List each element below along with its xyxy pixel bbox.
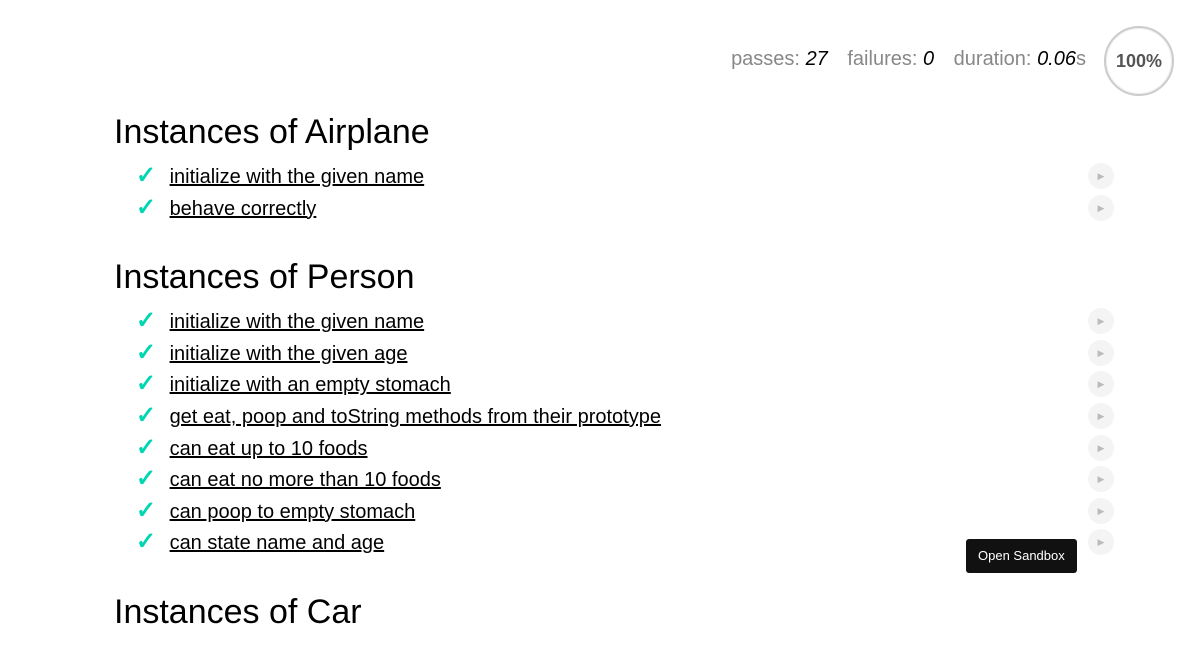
replay-icon[interactable]: ▶ (1088, 163, 1114, 189)
passes-stat[interactable]: passes: 27 (731, 48, 833, 70)
test-row: ✓ can eat up to 10 foods ▶ (114, 432, 1114, 464)
test-title-link[interactable]: can eat no more than 10 foods (170, 469, 441, 491)
test-row: ✓ get eat, poop and toString methods fro… (114, 400, 1114, 432)
passes-count: 27 (805, 48, 828, 70)
replay-icon[interactable]: ▶ (1088, 497, 1114, 524)
test-row: ✓ initialize with the given name ▶ (114, 305, 1114, 337)
check-icon: ✓ (136, 465, 157, 493)
test-title-link[interactable]: initialize with an empty stomach (170, 374, 451, 396)
test-title-link[interactable]: initialize with the given age (170, 343, 408, 365)
replay-icon[interactable]: ▶ (1088, 529, 1114, 556)
test-row: ✓ behave correctly ▶ (114, 192, 1114, 224)
test-row: ✓ initialize with the given name ▶ (114, 160, 1114, 192)
test-title-link[interactable]: can eat up to 10 foods (170, 438, 368, 460)
test-title-link[interactable]: initialize with the given name (170, 311, 425, 333)
check-icon: ✓ (136, 162, 157, 189)
open-sandbox-tooltip: Open Sandbox (966, 539, 1077, 573)
passes-label: passes: (731, 48, 800, 70)
failures-stat[interactable]: failures: 0 (847, 48, 939, 70)
failures-count: 0 (922, 48, 935, 70)
progress-ring: 100% (1104, 26, 1174, 96)
replay-icon[interactable]: ▶ (1088, 434, 1114, 461)
check-icon: ✓ (136, 338, 157, 366)
check-icon: ✓ (136, 193, 157, 221)
check-icon: ✓ (136, 401, 157, 429)
duration-unit: s (1076, 48, 1086, 70)
replay-icon[interactable]: ▶ (1088, 402, 1114, 429)
test-row: ✓ can eat no more than 10 foods ▶ (114, 463, 1114, 495)
replay-icon[interactable]: ▶ (1088, 371, 1114, 398)
suite-title[interactable]: Instances of Person (114, 255, 1114, 299)
check-icon: ✓ (136, 496, 157, 524)
duration-stat: duration: 0.06s (954, 48, 1086, 70)
suite-title[interactable]: Instances of Airplane (114, 110, 1114, 154)
stats-bar: passes: 27 failures: 0 duration: 0.06s (717, 48, 1086, 71)
suite-person: Instances of Person ✓ initialize with th… (114, 255, 1114, 558)
test-row: ✓ can state name and age ▶ (114, 526, 1114, 558)
replay-icon[interactable]: ▶ (1088, 466, 1114, 493)
test-row: ✓ can poop to empty stomach ▶ (114, 495, 1114, 527)
suite-airplane: Instances of Airplane ✓ initialize with … (114, 110, 1114, 223)
suite-title[interactable]: Instances of Car (114, 590, 1114, 634)
suite-car: Instances of Car (114, 590, 1114, 634)
check-icon: ✓ (136, 370, 157, 398)
check-icon: ✓ (136, 307, 157, 335)
mocha-report: Instances of Airplane ✓ initialize with … (114, 110, 1114, 666)
replay-icon[interactable]: ▶ (1088, 194, 1114, 221)
test-title-link[interactable]: behave correctly (170, 198, 317, 220)
check-icon: ✓ (136, 528, 157, 556)
test-title-link[interactable]: can poop to empty stomach (170, 501, 416, 523)
test-title-link[interactable]: can state name and age (170, 532, 385, 554)
check-icon: ✓ (136, 433, 157, 461)
replay-icon[interactable]: ▶ (1088, 308, 1114, 335)
test-row: ✓ initialize with an empty stomach ▶ (114, 368, 1114, 400)
duration-value: 0.06 (1037, 48, 1076, 70)
failures-label: failures: (847, 48, 918, 70)
test-title-link[interactable]: initialize with the given name (170, 166, 425, 188)
test-title-link[interactable]: get eat, poop and toString methods from … (170, 406, 661, 428)
duration-label: duration: (953, 48, 1032, 70)
test-row: ✓ initialize with the given age ▶ (114, 337, 1114, 369)
progress-percent: 100% (1115, 50, 1163, 71)
replay-icon[interactable]: ▶ (1088, 339, 1114, 366)
